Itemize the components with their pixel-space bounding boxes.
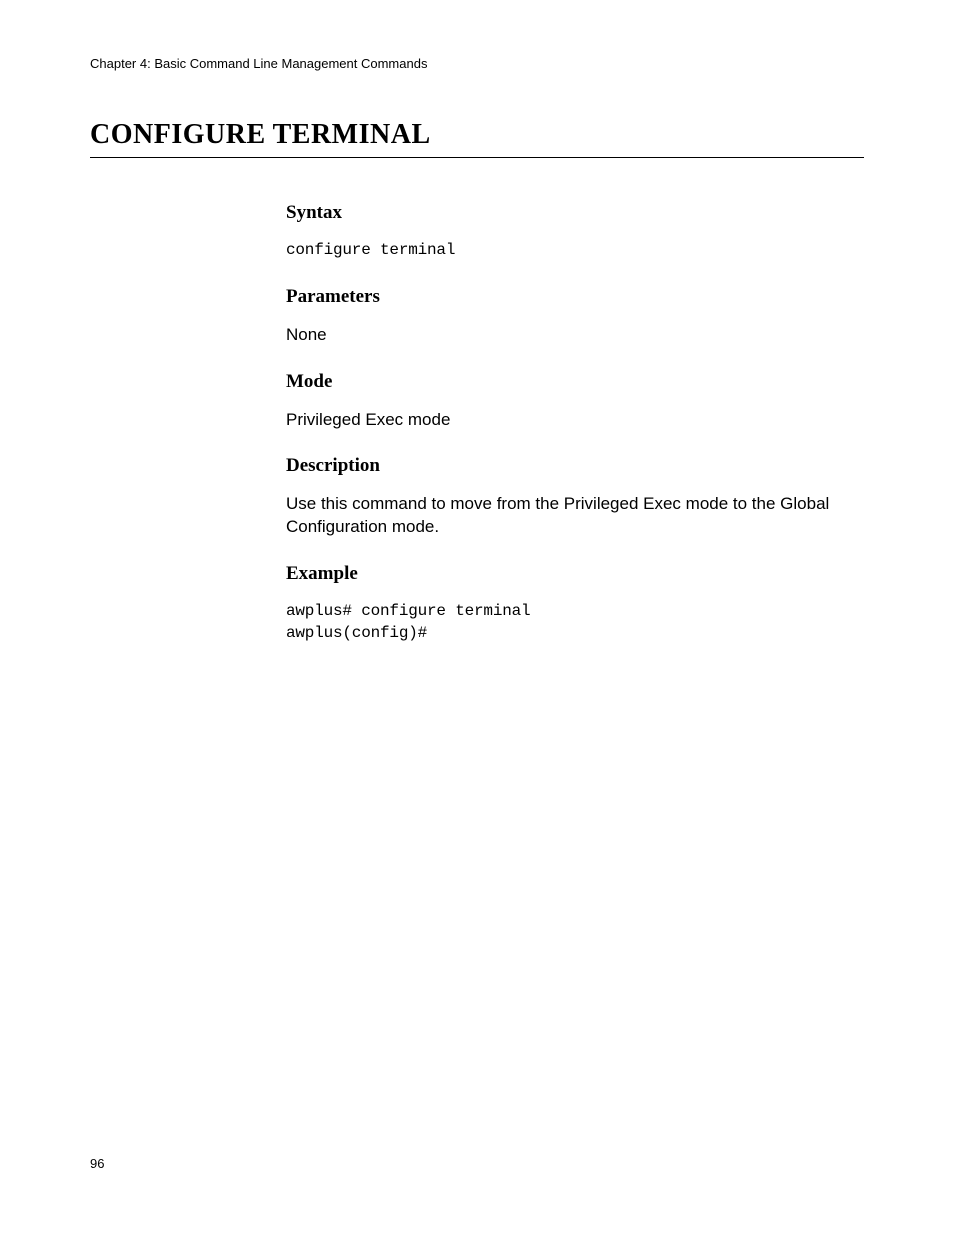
running-header: Chapter 4: Basic Command Line Management… [90, 56, 864, 71]
page-number: 96 [90, 1156, 104, 1171]
heading-description: Description [286, 455, 846, 477]
heading-parameters: Parameters [286, 286, 846, 308]
section-description: Description Use this command to move fro… [286, 455, 846, 539]
parameters-text: None [286, 324, 846, 347]
heading-example: Example [286, 563, 846, 585]
section-syntax: Syntax configure terminal [286, 202, 846, 262]
section-example: Example awplus# configure terminal awplu… [286, 563, 846, 644]
description-text: Use this command to move from the Privil… [286, 493, 846, 539]
document-page: Chapter 4: Basic Command Line Management… [0, 0, 954, 645]
content-area: Syntax configure terminal Parameters Non… [286, 202, 846, 645]
mode-text: Privileged Exec mode [286, 409, 846, 432]
heading-mode: Mode [286, 371, 846, 393]
example-code: awplus# configure terminal awplus(config… [286, 601, 846, 644]
section-mode: Mode Privileged Exec mode [286, 371, 846, 432]
section-parameters: Parameters None [286, 286, 846, 347]
syntax-code: configure terminal [286, 240, 846, 262]
page-title: CONFIGURE TERMINAL [90, 119, 864, 158]
heading-syntax: Syntax [286, 202, 846, 224]
